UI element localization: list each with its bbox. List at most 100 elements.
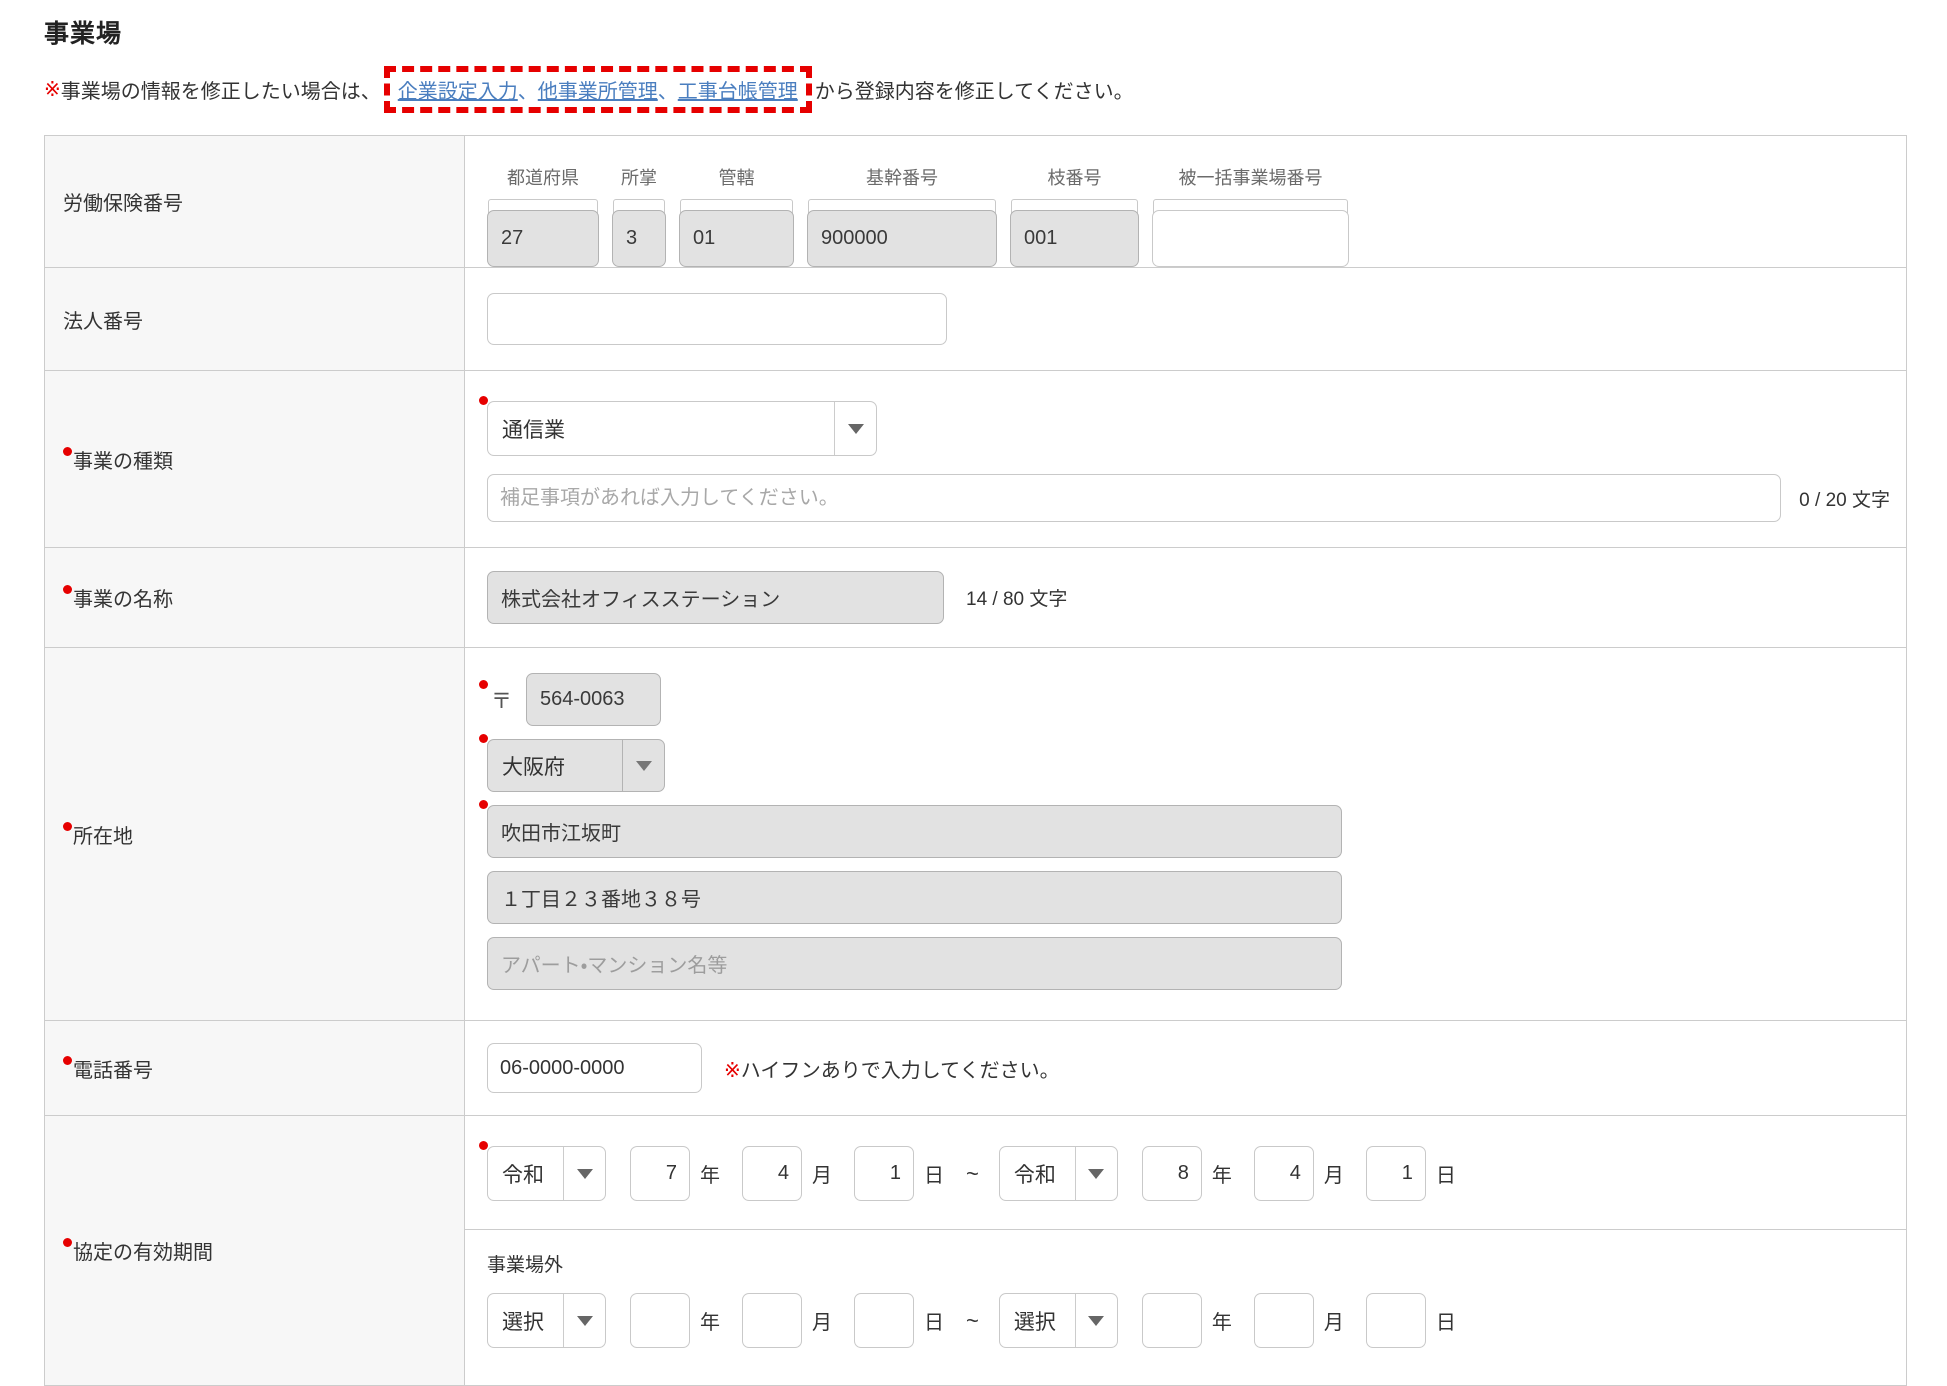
chevron-down-icon — [1075, 1147, 1117, 1200]
phone-format-note: ※ハイフンありで入力してください。 — [724, 1054, 1060, 1083]
chevron-down-icon — [834, 402, 876, 455]
required-marker — [63, 1238, 72, 1247]
year-unit: 年 — [700, 1159, 720, 1188]
link-other-offices[interactable]: 他事業所管理 — [538, 75, 658, 104]
note-marker: ※ — [44, 77, 61, 102]
bundled-establishment-number-input[interactable] — [1152, 210, 1349, 267]
corporate-number-input[interactable] — [487, 293, 947, 345]
required-marker — [479, 396, 488, 405]
jurisdiction-header: 管轄 — [679, 164, 794, 190]
base-number-header: 基幹番号 — [807, 164, 997, 190]
field-base-number: 基幹番号 900000 — [807, 164, 997, 267]
page-title: 事業場 — [44, 14, 1907, 50]
start-year-input[interactable] — [630, 1146, 690, 1201]
link-company-settings[interactable]: 企業設定入力 — [398, 75, 518, 104]
day-unit: 日 — [924, 1159, 944, 1188]
field-jurisdiction: 管轄 01 — [679, 164, 794, 267]
offsite-start-era-select[interactable]: 選択 — [487, 1293, 606, 1348]
supplement-char-counter: 0 / 20 文字 — [1799, 485, 1890, 512]
start-month-input[interactable] — [742, 1146, 802, 1201]
chevron-down-icon — [563, 1147, 605, 1200]
jurisdiction-value: 01 — [679, 210, 794, 267]
business-type-select-value: 通信業 — [488, 402, 834, 455]
day-unit: 日 — [1436, 1159, 1456, 1188]
offsite-end-day-input[interactable] — [1366, 1293, 1426, 1348]
year-unit: 年 — [700, 1306, 720, 1335]
row-business-type: 事業の種類 通信業 0 / 20 文字 — [45, 370, 1906, 547]
prefecture-select: 大阪府 — [487, 739, 665, 792]
address-label: 所在地 — [45, 648, 465, 1020]
postal-mark: 〒 — [491, 690, 512, 713]
prefecture-code-value: 27 — [487, 210, 599, 267]
offsite-label: 事業場外 — [487, 1250, 1884, 1277]
link-construction-ledger[interactable]: 工事台帳管理 — [678, 75, 798, 104]
offsite-end-year-input[interactable] — [1142, 1293, 1202, 1348]
labor-insurance-label: 労働保険番号 — [45, 136, 465, 267]
prefecture-code-header: 都道府県 — [487, 164, 599, 190]
phone-number-input[interactable] — [487, 1043, 702, 1093]
offsite-start-day-input[interactable] — [854, 1293, 914, 1348]
offsite-start-month-input[interactable] — [742, 1293, 802, 1348]
field-branch-number: 枝番号 001 — [1010, 164, 1139, 267]
postal-code-value: 564-0063 — [526, 673, 661, 726]
note-prefix: 事業場の情報を修正したい場合は、 — [61, 75, 381, 104]
end-era-select[interactable]: 令和 — [999, 1146, 1118, 1201]
month-unit: 月 — [812, 1306, 832, 1335]
end-day-input[interactable] — [1366, 1146, 1426, 1201]
required-marker — [63, 585, 72, 594]
day-unit: 日 — [1436, 1306, 1456, 1335]
start-day-input[interactable] — [854, 1146, 914, 1201]
links-highlight-box: 企業設定入力、他事業所管理、工事台帳管理 — [384, 66, 812, 113]
offsite-start-era-select-value: 選択 — [488, 1294, 563, 1347]
required-marker — [63, 822, 72, 831]
required-marker — [479, 800, 488, 809]
required-marker — [479, 1141, 488, 1150]
range-tilde: ~ — [966, 1161, 979, 1187]
branch-number-header: 枝番号 — [1010, 164, 1139, 190]
jurisdiction-type-header: 所掌 — [612, 164, 666, 190]
required-marker — [479, 680, 488, 689]
field-prefecture-code: 都道府県 27 — [487, 164, 599, 267]
start-era-select[interactable]: 令和 — [487, 1146, 606, 1201]
agreement-period-offsite: 事業場外 選択 年 月 日 ~ 選択 — [465, 1230, 1906, 1382]
corporate-number-label: 法人番号 — [45, 268, 465, 370]
edit-note: ※事業場の情報を修正したい場合は、企業設定入力、他事業所管理、工事台帳管理から登… — [44, 66, 1907, 113]
field-bundled-establishment-number: 被一括事業場番号 — [1152, 164, 1349, 267]
offsite-start-year-input[interactable] — [630, 1293, 690, 1348]
row-phone-number: 電話番号 ※ハイフンありで入力してください。 — [45, 1020, 1906, 1115]
business-name-label: 事業の名称 — [45, 548, 465, 647]
agreement-period-label: 協定の有効期間 — [45, 1116, 465, 1385]
required-marker — [63, 1056, 72, 1065]
link-separator: 、 — [658, 75, 678, 104]
establishment-form-table: 労働保険番号 都道府県 27 所掌 3 管轄 — [44, 135, 1907, 1386]
note-marker: ※ — [724, 1060, 741, 1082]
link-separator: 、 — [518, 75, 538, 104]
chevron-down-icon — [622, 740, 664, 791]
note-suffix: から登録内容を修正してください。 — [815, 75, 1134, 104]
business-type-label: 事業の種類 — [45, 371, 465, 547]
row-business-name: 事業の名称 株式会社オフィスステーション 14 / 80 文字 — [45, 547, 1906, 647]
year-unit: 年 — [1212, 1306, 1232, 1335]
end-year-input[interactable] — [1142, 1146, 1202, 1201]
base-number-value: 900000 — [807, 210, 997, 267]
row-corporate-number: 法人番号 — [45, 267, 1906, 370]
chevron-down-icon — [563, 1294, 605, 1347]
month-unit: 月 — [812, 1159, 832, 1188]
jurisdiction-type-value: 3 — [612, 210, 666, 267]
phone-number-label: 電話番号 — [45, 1021, 465, 1115]
required-marker — [63, 447, 72, 456]
business-type-supplement-input[interactable] — [487, 474, 1781, 522]
year-unit: 年 — [1212, 1159, 1232, 1188]
street-value: １丁目２３番地３８号 — [487, 871, 1342, 924]
offsite-end-month-input[interactable] — [1254, 1293, 1314, 1348]
required-marker — [479, 734, 488, 743]
field-jurisdiction-type: 所掌 3 — [612, 164, 666, 267]
offsite-end-era-select[interactable]: 選択 — [999, 1293, 1118, 1348]
end-month-input[interactable] — [1254, 1146, 1314, 1201]
business-name-value: 株式会社オフィスステーション — [487, 571, 944, 624]
month-unit: 月 — [1324, 1306, 1344, 1335]
row-labor-insurance-number: 労働保険番号 都道府県 27 所掌 3 管轄 — [45, 136, 1906, 267]
business-type-select[interactable]: 通信業 — [487, 401, 877, 456]
city-value: 吹田市江坂町 — [487, 805, 1342, 858]
bundled-establishment-number-header: 被一括事業場番号 — [1152, 164, 1349, 190]
